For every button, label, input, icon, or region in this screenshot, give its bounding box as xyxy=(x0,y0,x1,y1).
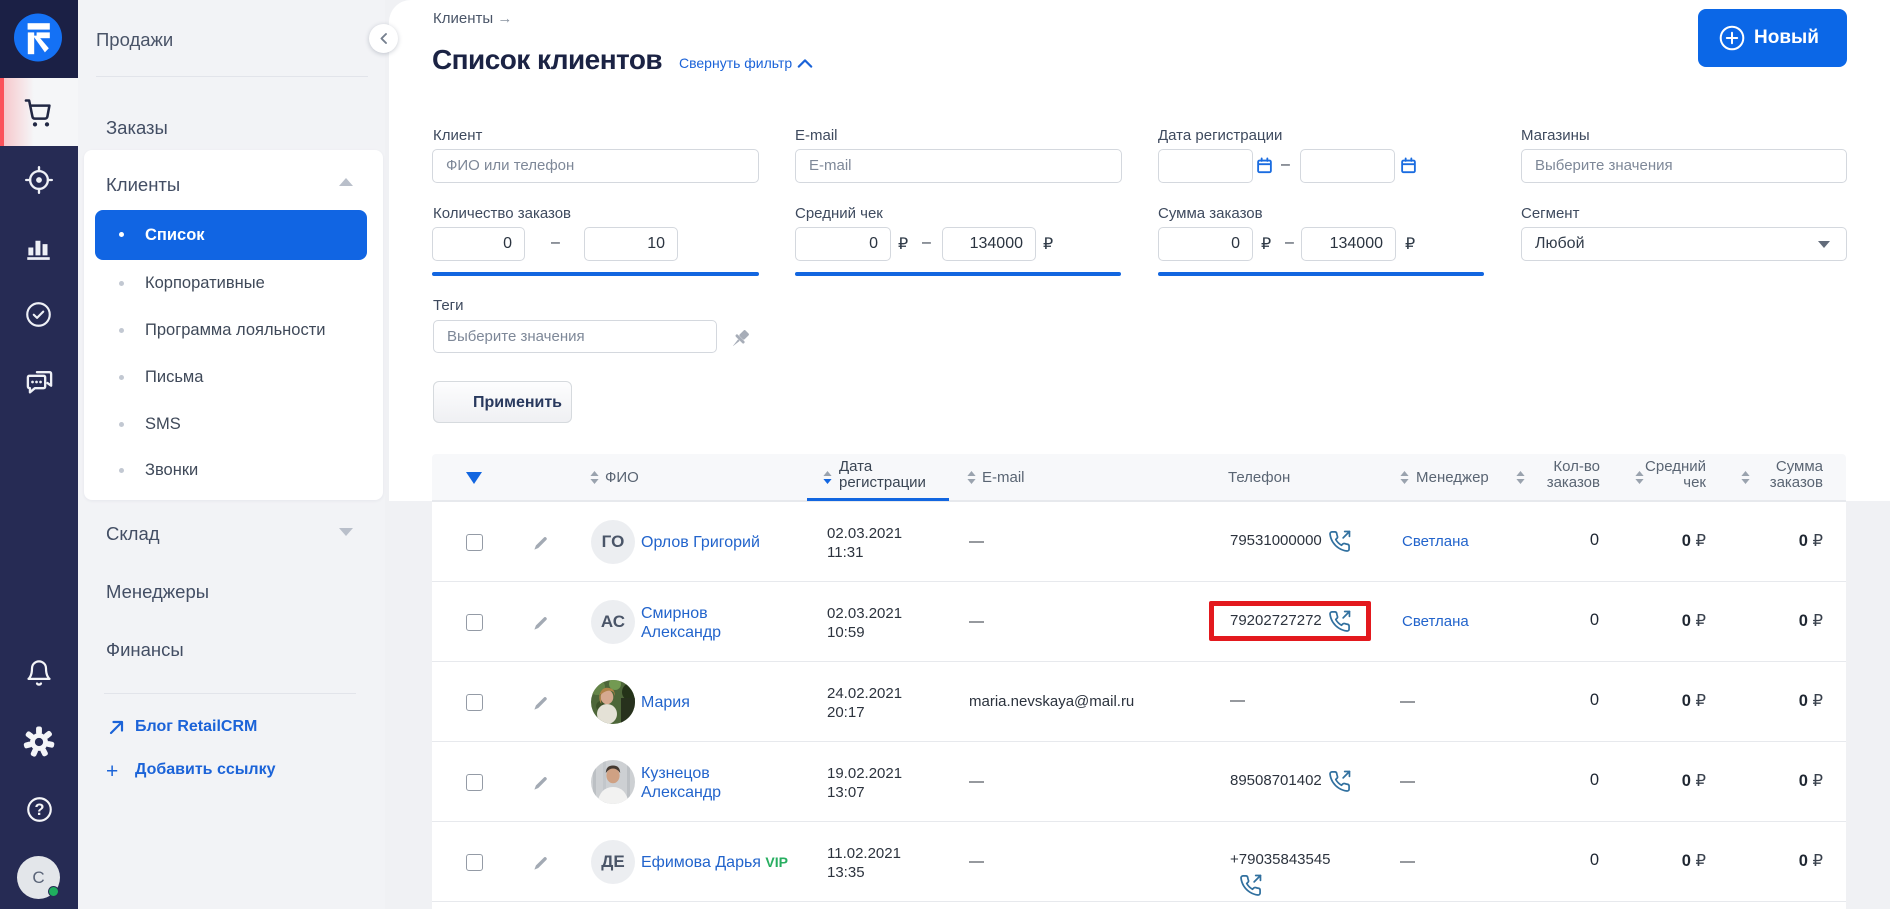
svg-text:?: ? xyxy=(35,801,45,819)
